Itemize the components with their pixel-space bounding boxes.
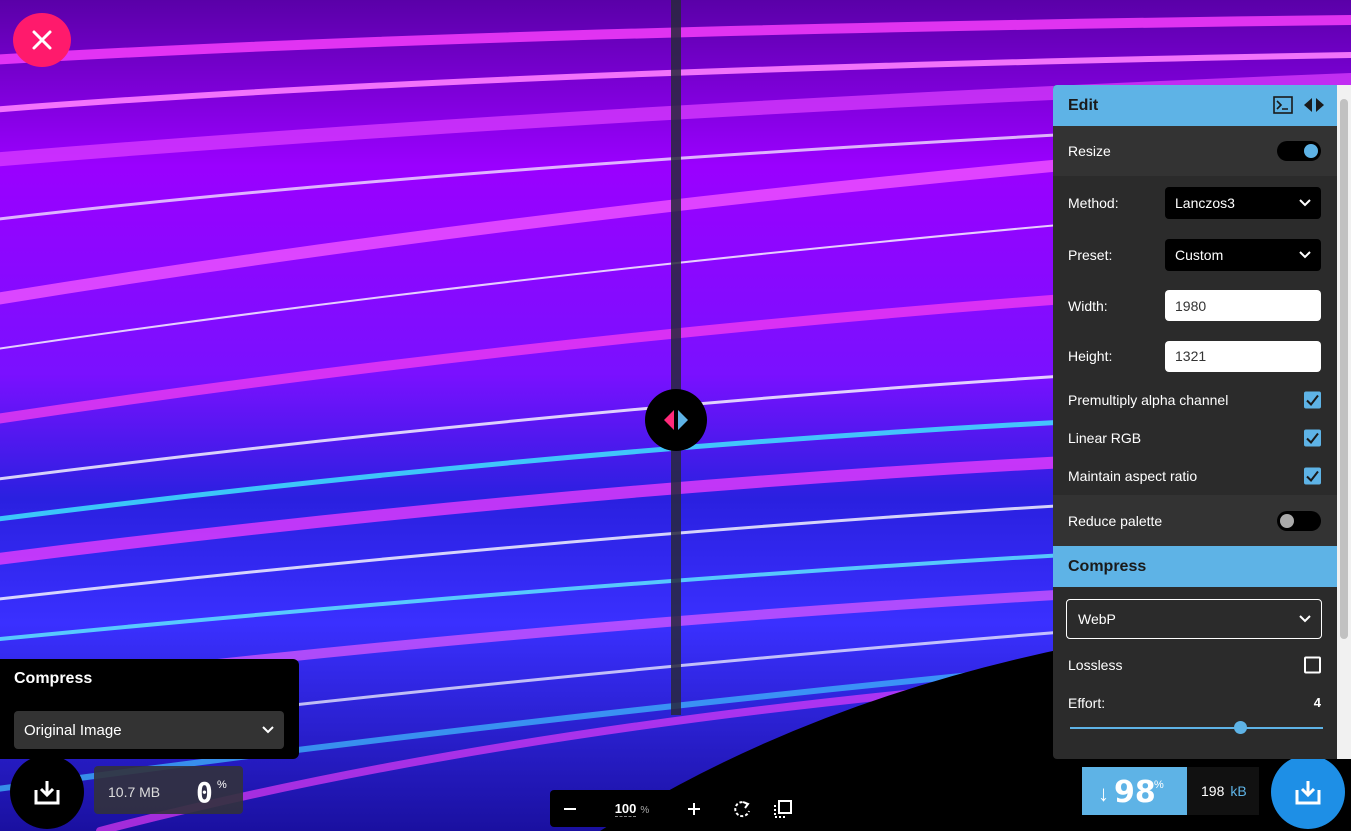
effort-value: 4 <box>1313 695 1321 710</box>
savings-percent: 98 <box>1114 775 1156 810</box>
width-label: Width: <box>1068 297 1108 314</box>
linear-rgb-checkbox[interactable] <box>1304 429 1321 447</box>
close-icon <box>32 30 52 50</box>
compressed-size-value: 198 <box>1201 783 1225 799</box>
resize-toggle[interactable] <box>1277 141 1321 161</box>
left-compress-title: Compress <box>14 670 93 687</box>
chevron-down-icon <box>262 726 274 734</box>
edit-panel-title: Edit <box>1068 96 1099 114</box>
compressed-size: 198 kB <box>1187 767 1259 815</box>
chevron-down-icon <box>1299 199 1311 207</box>
method-value: Lanczos3 <box>1175 195 1235 211</box>
savings-arrow: ↓ <box>1098 781 1109 806</box>
collapse-panel-icon[interactable] <box>1303 96 1325 114</box>
premultiply-label: Premultiply alpha channel <box>1068 392 1229 408</box>
download-icon <box>1295 781 1321 805</box>
edit-panel: Edit Resize Method: Lanczos3 Preset: Cus… <box>1053 85 1337 759</box>
fit-screen-button[interactable] <box>762 790 803 827</box>
rotate-button[interactable] <box>721 790 762 827</box>
zoom-level[interactable]: 100% <box>590 801 674 817</box>
zoom-unit: % <box>640 805 650 816</box>
aspect-checkbox[interactable] <box>1304 467 1321 485</box>
download-compressed-button[interactable] <box>1271 755 1345 829</box>
compare-divider[interactable] <box>671 0 681 715</box>
format-value: WebP <box>1078 611 1116 627</box>
compressed-size-unit: kB <box>1230 783 1247 799</box>
resize-label: Resize <box>1068 143 1111 159</box>
scrollbar-thumb[interactable] <box>1340 99 1348 639</box>
lossless-label: Lossless <box>1068 657 1123 673</box>
check-icon <box>1306 394 1319 407</box>
resize-row: Resize <box>1053 126 1337 176</box>
height-row: Height: 1321 <box>1053 331 1337 381</box>
minus-icon <box>564 807 576 810</box>
terminal-icon[interactable] <box>1273 96 1293 114</box>
height-input[interactable]: 1321 <box>1165 340 1321 372</box>
effort-label: Effort: <box>1068 695 1106 711</box>
rotate-icon <box>733 800 750 817</box>
aspect-row: Maintain aspect ratio <box>1053 457 1337 495</box>
effort-slider-thumb[interactable] <box>1233 721 1247 734</box>
preset-value: Custom <box>1175 247 1224 263</box>
method-select[interactable]: Lanczos3 <box>1165 187 1321 219</box>
chevron-down-icon <box>1299 251 1311 259</box>
compress-panel-title: Compress <box>1068 557 1147 575</box>
reduce-palette-toggle[interactable] <box>1277 510 1321 531</box>
zoom-in-button[interactable] <box>674 790 714 827</box>
width-input[interactable]: 1980 <box>1165 290 1321 321</box>
left-format-value: Original Image <box>24 721 122 739</box>
check-icon <box>1306 470 1319 483</box>
original-size: 10.7 MB <box>108 784 161 800</box>
compare-arrows-icon <box>664 410 688 430</box>
zoom-toolbar: 100% <box>550 790 714 827</box>
zoom-value[interactable]: 100 <box>614 801 637 817</box>
format-select[interactable]: WebP <box>1066 599 1322 639</box>
chevron-down-icon <box>1299 615 1311 623</box>
edit-panel-header: Edit <box>1053 85 1337 126</box>
height-label: Height: <box>1068 348 1113 364</box>
reduce-palette-label: Reduce palette <box>1068 512 1163 529</box>
premultiply-row: Premultiply alpha channel <box>1053 381 1337 419</box>
premultiply-checkbox[interactable] <box>1304 391 1321 409</box>
fit-screen-icon <box>773 799 792 818</box>
panel-scrollbar[interactable] <box>1337 85 1351 759</box>
preset-select[interactable]: Custom <box>1165 239 1321 271</box>
format-row: WebP <box>1053 587 1337 652</box>
view-toolbar <box>721 790 803 827</box>
preset-row: Preset: Custom <box>1053 230 1337 280</box>
linear-rgb-label: Linear RGB <box>1068 430 1142 446</box>
aspect-label: Maintain aspect ratio <box>1068 468 1198 484</box>
close-button[interactable] <box>13 13 71 67</box>
compressed-stats: ↓ 98 % 198 kB <box>1082 767 1259 815</box>
compare-handle[interactable] <box>645 389 707 451</box>
method-row: Method: Lanczos3 <box>1053 176 1337 230</box>
savings-percent-symbol: % <box>1154 779 1164 791</box>
linear-rgb-row: Linear RGB <box>1053 419 1337 457</box>
savings-badge: ↓ 98 % <box>1082 767 1201 815</box>
download-original-button[interactable] <box>10 755 84 829</box>
width-row: Width: 1980 <box>1053 280 1337 331</box>
lossless-row: Lossless <box>1053 652 1337 678</box>
reduce-palette-row: Reduce palette <box>1053 495 1337 546</box>
effort-row: Effort: 4 <box>1053 678 1337 728</box>
lossless-checkbox[interactable] <box>1304 656 1321 674</box>
zoom-out-button[interactable] <box>550 790 590 827</box>
original-percent: 0 <box>196 776 213 809</box>
method-label: Method: <box>1068 195 1119 211</box>
preset-label: Preset: <box>1068 247 1113 263</box>
plus-icon <box>688 802 700 815</box>
original-percent-symbol: % <box>217 779 227 791</box>
download-icon <box>34 781 60 805</box>
original-stats: 10.7 MB 0 % <box>94 766 243 814</box>
effort-slider-track[interactable] <box>1070 727 1323 729</box>
check-icon <box>1306 432 1319 445</box>
left-format-select[interactable]: Original Image <box>14 711 284 749</box>
compress-panel-header: Compress <box>1053 546 1337 587</box>
left-compress-panel: Compress Original Image <box>0 659 299 759</box>
